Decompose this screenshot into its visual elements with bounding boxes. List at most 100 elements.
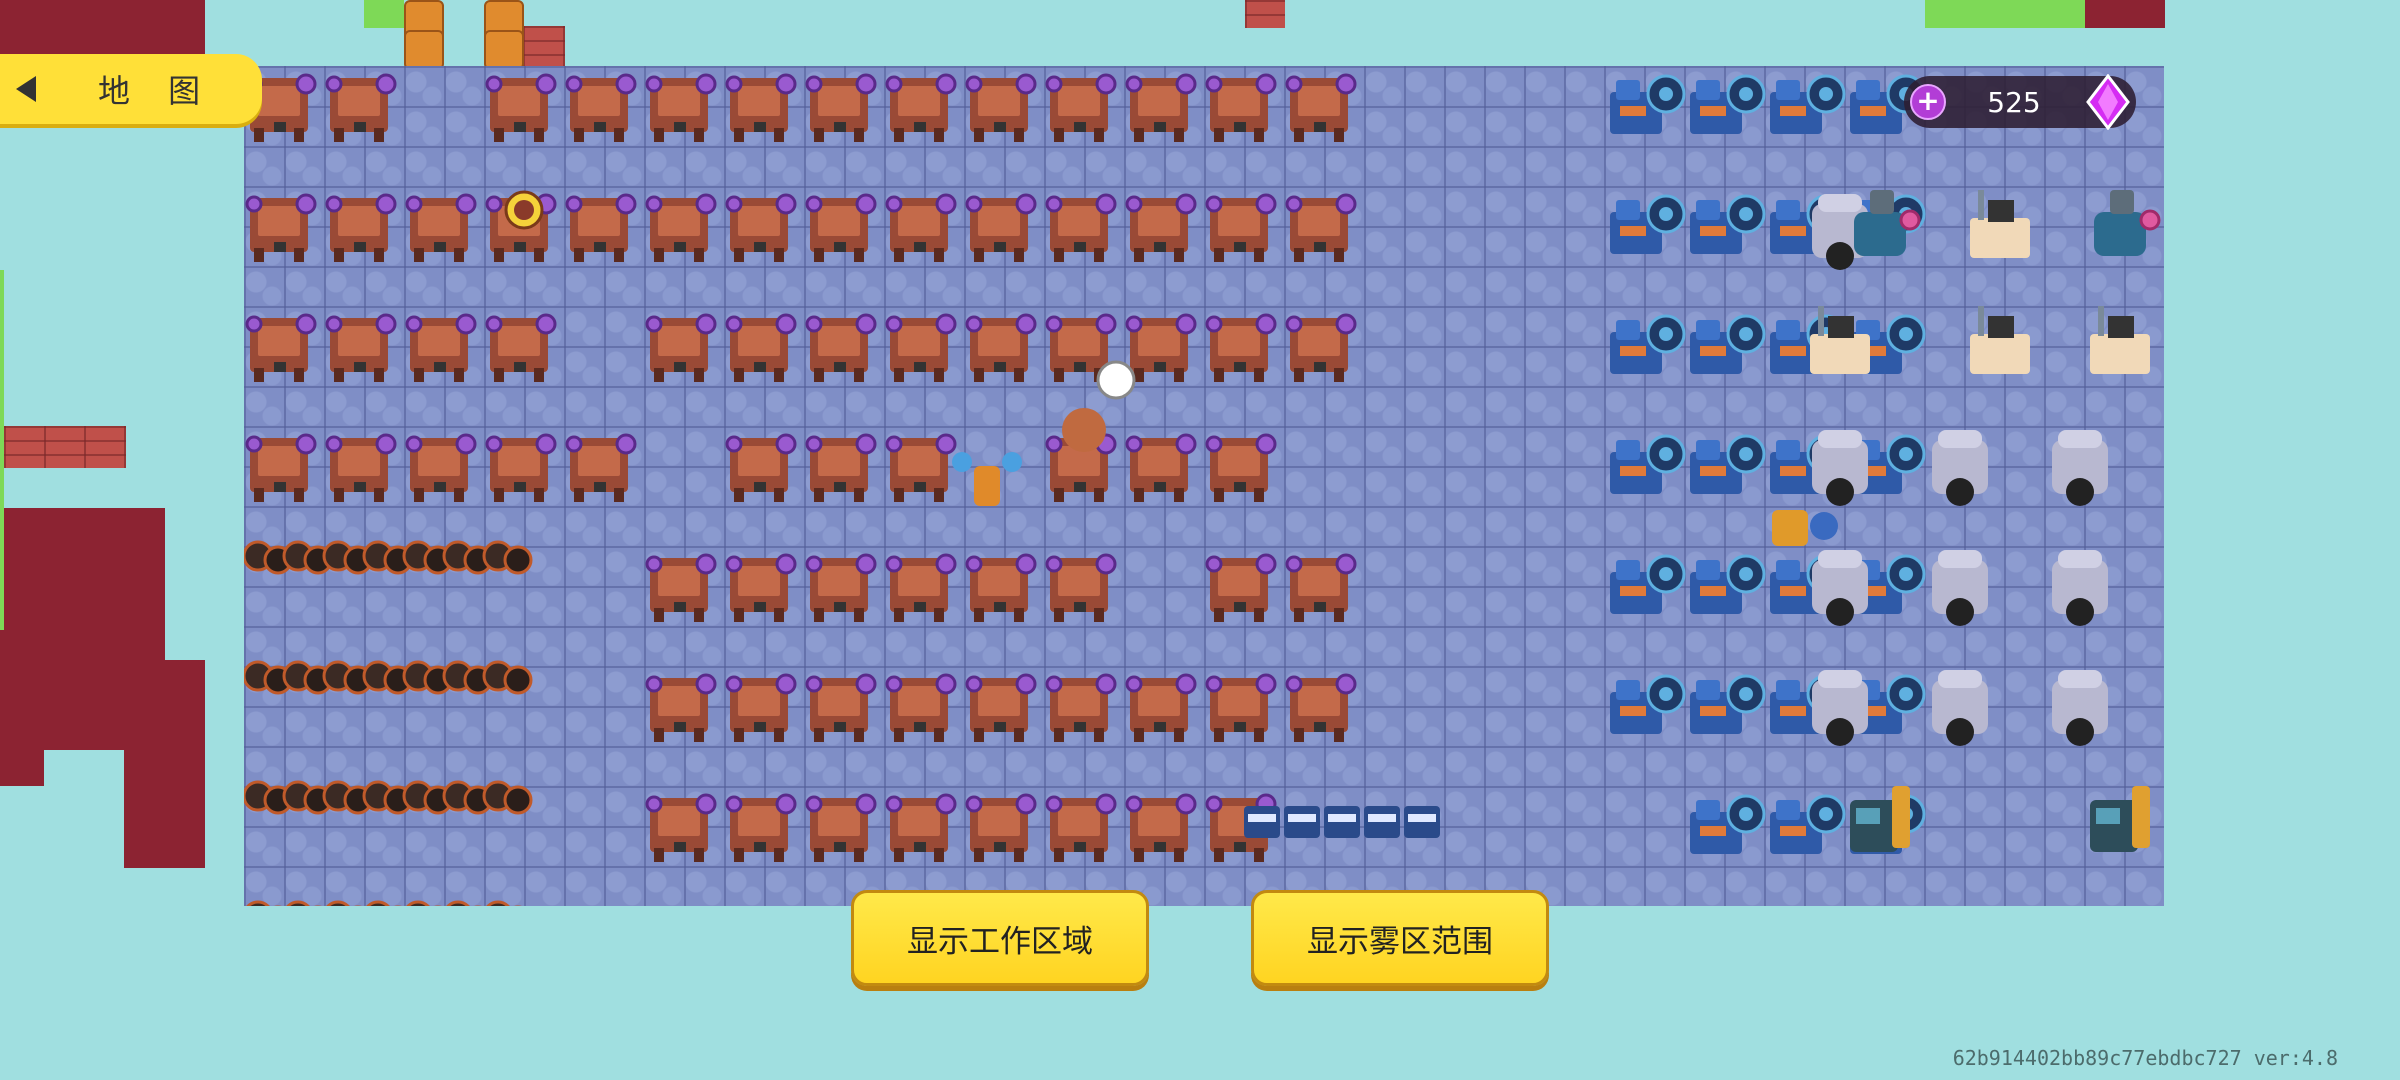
loom-machine[interactable] — [1045, 673, 1117, 742]
loom-machine[interactable] — [805, 673, 877, 742]
gear-machine[interactable] — [1690, 194, 1766, 254]
loom-machine[interactable] — [725, 313, 797, 382]
pot-cluster[interactable] — [244, 540, 533, 575]
storage-crates[interactable] — [1244, 806, 1440, 838]
show-work-area-button[interactable]: 显示工作区域 — [851, 890, 1149, 986]
loom-machine[interactable] — [885, 553, 957, 622]
loom-machine[interactable] — [805, 553, 877, 622]
show-fog-area-button[interactable]: 显示雾区范围 — [1251, 890, 1549, 986]
loom-machine[interactable] — [485, 313, 557, 382]
loom-machine[interactable] — [1125, 73, 1197, 142]
gear-machine[interactable] — [1690, 794, 1766, 854]
loom-machine[interactable] — [1045, 793, 1117, 862]
gear-machine[interactable] — [1690, 314, 1766, 374]
loom-machine[interactable] — [965, 673, 1037, 742]
loom-machine[interactable] — [1205, 673, 1277, 742]
loom-machine[interactable] — [1125, 433, 1197, 502]
loom-machine[interactable] — [645, 313, 717, 382]
loom-machine[interactable] — [1045, 73, 1117, 142]
loom-machine[interactable] — [725, 793, 797, 862]
computer-desk[interactable] — [1970, 190, 2030, 258]
stone-furnace[interactable] — [2052, 550, 2108, 626]
loom-machine[interactable] — [1045, 193, 1117, 262]
stone-furnace[interactable] — [1932, 670, 1988, 746]
loom-machine[interactable] — [725, 73, 797, 142]
gear-machine[interactable] — [1610, 314, 1686, 374]
stone-furnace[interactable] — [1932, 430, 1988, 506]
turbine-machine[interactable] — [2090, 786, 2150, 852]
stone-furnace[interactable] — [1812, 550, 1868, 626]
bee-robot[interactable] — [952, 452, 1022, 506]
loom-machine[interactable] — [645, 553, 717, 622]
stone-furnace[interactable] — [2052, 670, 2108, 746]
stone-furnace[interactable] — [1812, 430, 1868, 506]
loom-machine[interactable] — [725, 553, 797, 622]
loom-machine[interactable] — [645, 673, 717, 742]
loom-machine[interactable] — [405, 313, 477, 382]
stone-furnace[interactable] — [2052, 430, 2108, 506]
loom-machine[interactable] — [645, 793, 717, 862]
factory-floor-map[interactable] — [244, 66, 2164, 906]
loom-machine[interactable] — [325, 193, 397, 262]
gear-machine[interactable] — [1610, 434, 1686, 494]
stone-furnace[interactable] — [1812, 670, 1868, 746]
loom-machine[interactable] — [1205, 193, 1277, 262]
loom-machine[interactable] — [1205, 313, 1277, 382]
loom-machine[interactable] — [325, 433, 397, 502]
map-back-button[interactable]: 地 图 — [0, 54, 262, 124]
loom-machine[interactable] — [805, 193, 877, 262]
loom-machine[interactable] — [245, 193, 317, 262]
loom-machine[interactable] — [805, 433, 877, 502]
loom-machine[interactable] — [1125, 193, 1197, 262]
loom-machine[interactable] — [245, 433, 317, 502]
loom-machine[interactable] — [1285, 193, 1357, 262]
loom-machine[interactable] — [885, 673, 957, 742]
loom-machine[interactable] — [325, 313, 397, 382]
loom-machine[interactable] — [805, 313, 877, 382]
gear-machine[interactable] — [1610, 194, 1686, 254]
loom-machine[interactable] — [1045, 553, 1117, 622]
turbine-machine[interactable] — [1850, 786, 1910, 852]
loom-machine[interactable] — [1125, 313, 1197, 382]
chemical-tank[interactable] — [2094, 190, 2161, 256]
loom-machine[interactable] — [565, 193, 637, 262]
loom-machine[interactable] — [725, 193, 797, 262]
computer-desk[interactable] — [1970, 306, 2030, 374]
loom-machine[interactable] — [885, 73, 957, 142]
loom-machine[interactable] — [725, 433, 797, 502]
loom-machine[interactable] — [1285, 73, 1357, 142]
loom-machine[interactable] — [965, 73, 1037, 142]
stone-furnace[interactable] — [1932, 550, 1988, 626]
add-currency-plus-icon[interactable]: + — [1910, 84, 1946, 120]
pot-cluster[interactable] — [244, 780, 533, 815]
loom-machine[interactable] — [405, 433, 477, 502]
loom-machine[interactable] — [645, 193, 717, 262]
pot-cluster[interactable] — [244, 900, 531, 906]
computer-desk[interactable] — [1810, 306, 1870, 374]
loom-machine[interactable] — [1125, 673, 1197, 742]
loom-machine[interactable] — [1285, 673, 1357, 742]
loom-machine[interactable] — [565, 433, 637, 502]
gear-machine[interactable] — [1690, 674, 1766, 734]
loom-machine[interactable] — [325, 73, 397, 142]
bear-worker[interactable] — [1062, 360, 1136, 452]
loom-machine[interactable] — [965, 793, 1037, 862]
gear-machine[interactable] — [1690, 74, 1766, 134]
loom-machine[interactable] — [885, 793, 957, 862]
loom-machine[interactable] — [885, 193, 957, 262]
robot-worker[interactable] — [1772, 510, 1838, 546]
gear-machine[interactable] — [1610, 554, 1686, 614]
loom-machine[interactable] — [965, 553, 1037, 622]
loom-machine[interactable] — [1285, 553, 1357, 622]
loom-machine[interactable] — [485, 433, 557, 502]
loom-machine[interactable] — [965, 313, 1037, 382]
loom-machine[interactable] — [725, 673, 797, 742]
loom-machine[interactable] — [645, 73, 717, 142]
pot-cluster[interactable] — [244, 660, 533, 695]
loom-machine[interactable] — [405, 193, 477, 262]
player-character[interactable] — [504, 190, 544, 230]
loom-machine[interactable] — [805, 793, 877, 862]
gear-machine[interactable] — [1610, 74, 1686, 134]
loom-machine[interactable] — [1205, 433, 1277, 502]
computer-desk[interactable] — [2090, 306, 2150, 374]
